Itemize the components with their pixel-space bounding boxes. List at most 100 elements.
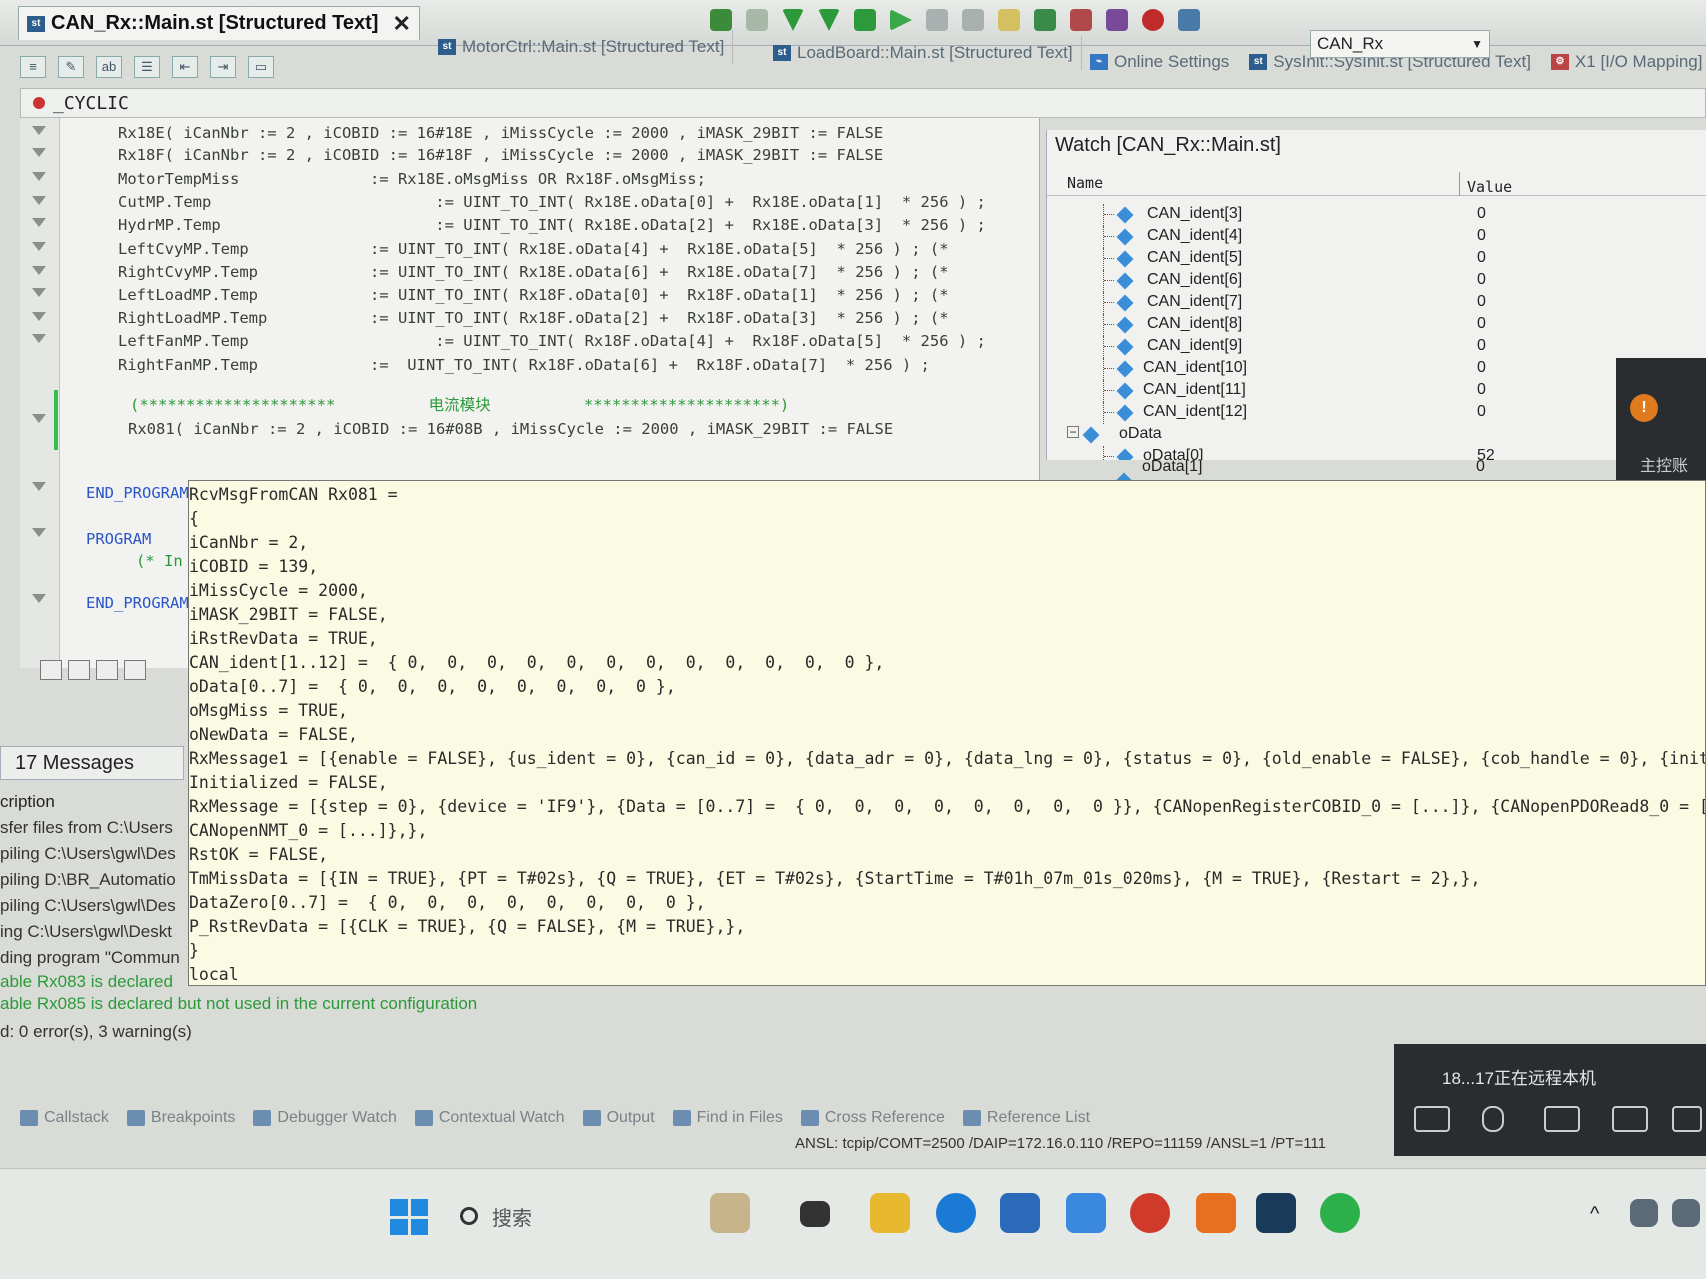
taskbar-search[interactable]: 搜索: [460, 1195, 670, 1237]
cyclic-section-header[interactable]: _CYCLIC: [20, 88, 1706, 118]
message-line[interactable]: piling C:\Users\gwl\Des: [0, 844, 176, 864]
watch-row-odata[interactable]: − oData: [1047, 424, 1706, 446]
tab-contextual-watch[interactable]: Contextual Watch: [414, 1109, 565, 1127]
pencil-icon[interactable]: ✎: [58, 56, 84, 78]
microphone-icon[interactable]: [1482, 1106, 1504, 1132]
comment-short[interactable]: (* In: [136, 550, 183, 572]
debug-bug-icon[interactable]: [1142, 9, 1164, 31]
fold-marker-icon[interactable]: [32, 196, 46, 206]
code-line[interactable]: MotorTempMiss := Rx18E.oMsgMiss OR Rx18F…: [118, 168, 706, 190]
fold-marker-icon[interactable]: [32, 266, 46, 276]
message-line[interactable]: piling D:\BR_Automatio: [0, 870, 176, 890]
comment-line[interactable]: (********************* 电流模块 ************…: [130, 394, 789, 416]
text-icon[interactable]: [1612, 1106, 1648, 1132]
code-line[interactable]: RightFanMP.Temp := UINT_TO_INT( Rx18F.oD…: [118, 354, 930, 376]
step-over-icon[interactable]: [96, 660, 118, 680]
app-green-icon[interactable]: [1320, 1193, 1360, 1233]
hardware-icon[interactable]: [1070, 9, 1092, 31]
end-program-keyword[interactable]: END_PROGRAM: [86, 592, 189, 614]
column-separator[interactable]: [1459, 172, 1460, 196]
keyboard-icon[interactable]: [1544, 1106, 1580, 1132]
fold-marker-icon[interactable]: [32, 414, 46, 424]
col-name[interactable]: Name: [1067, 174, 1103, 192]
step-into-icon[interactable]: [68, 660, 90, 680]
comment-icon[interactable]: ⇥: [210, 56, 236, 78]
tab-find-in-files[interactable]: Find in Files: [672, 1109, 783, 1127]
watch-row[interactable]: CAN_ident[10] 0: [1047, 358, 1706, 380]
fold-marker-icon[interactable]: [32, 126, 46, 136]
program-keyword[interactable]: PROGRAM: [86, 528, 151, 550]
task-view-icon[interactable]: [800, 1201, 830, 1227]
list-icon[interactable]: ☰: [134, 56, 160, 78]
app-orange-icon[interactable]: [1196, 1193, 1236, 1233]
close-tab-icon[interactable]: ✕: [392, 11, 410, 37]
tab-reference-list[interactable]: Reference List: [962, 1109, 1090, 1127]
code-line[interactable]: LeftLoadMP.Temp := UINT_TO_INT( Rx18F.oD…: [118, 284, 949, 306]
automation-studio-icon[interactable]: [1256, 1193, 1296, 1233]
message-line[interactable]: ding program "Commun: [0, 948, 180, 968]
step-out-icon[interactable]: [124, 660, 146, 680]
tab-output[interactable]: Output: [582, 1109, 655, 1127]
app-red-icon[interactable]: [1130, 1193, 1170, 1233]
code-line[interactable]: RightLoadMP.Temp := UINT_TO_INT( Rx18F.o…: [118, 307, 949, 329]
code-line-rx081[interactable]: Rx081( iCanNbr := 2 , iCOBID := 16#08B ,…: [128, 418, 893, 440]
download-icon[interactable]: [782, 9, 804, 31]
fold-marker-icon[interactable]: [32, 172, 46, 182]
fold-marker-icon[interactable]: [32, 312, 46, 322]
fold-marker-icon[interactable]: [32, 334, 46, 344]
watch-row[interactable]: CAN_ident[4] 0: [1047, 226, 1706, 248]
build-icon[interactable]: [854, 9, 876, 31]
watch-row[interactable]: CAN_ident[11] 0: [1047, 380, 1706, 402]
store-icon[interactable]: [1000, 1193, 1040, 1233]
watch-row[interactable]: CAN_ident[3] 0: [1047, 204, 1706, 226]
network-icon[interactable]: [1034, 9, 1056, 31]
messages-column-header[interactable]: cription: [0, 792, 55, 812]
run-icon[interactable]: [890, 9, 912, 31]
code-line[interactable]: CutMP.Temp := UINT_TO_INT( Rx18E.oData[0…: [118, 191, 986, 213]
windows-start-icon[interactable]: [390, 1199, 428, 1235]
tab-can-rx-main[interactable]: st CAN_Rx::Main.st [Structured Text] ✕: [18, 6, 420, 40]
tab-online-settings[interactable]: ⌁ Online Settings: [1090, 52, 1229, 72]
remote-control-popup[interactable]: 18...17正在远程本机: [1394, 1044, 1706, 1156]
tab-callstack[interactable]: Callstack: [20, 1109, 109, 1127]
code-line[interactable]: HydrMP.Temp := UINT_TO_INT( Rx18E.oData[…: [118, 214, 986, 236]
warning-line[interactable]: able Rx083 is declared: [0, 972, 173, 992]
network-tray-icon[interactable]: [1630, 1199, 1658, 1227]
watch-row[interactable]: CAN_ident[6] 0: [1047, 270, 1706, 292]
fold-marker-icon[interactable]: [32, 528, 46, 538]
code-line[interactable]: Rx18E( iCanNbr := 2 , iCOBID := 16#18E ,…: [118, 122, 883, 144]
end-program-keyword[interactable]: END_PROGRAM: [86, 482, 189, 504]
ab-format-icon[interactable]: ab: [96, 56, 122, 78]
stop-icon[interactable]: [962, 9, 984, 31]
code-line[interactable]: LeftFanMP.Temp := UINT_TO_INT( Rx18F.oDa…: [118, 330, 986, 352]
code-line[interactable]: Rx18F( iCanNbr := 2 , iCOBID := 16#18F ,…: [118, 144, 883, 166]
chevron-up-icon[interactable]: ^: [1590, 1203, 1599, 1226]
step-icon[interactable]: [710, 9, 732, 31]
transfer-icon[interactable]: [818, 9, 840, 31]
configuration-select[interactable]: CAN_Rx ▼: [1310, 30, 1490, 58]
outdent-icon[interactable]: ⇤: [172, 56, 198, 78]
tab-io-mapping[interactable]: ⚙ X1 [I/O Mapping]: [1550, 52, 1703, 72]
watch-row[interactable]: CAN_ident[7] 0: [1047, 292, 1706, 314]
bookmark-icon[interactable]: ▭: [248, 56, 274, 78]
warning-line[interactable]: able Rx085 is declared but not used in t…: [0, 994, 477, 1014]
screen-icon[interactable]: [1672, 1106, 1702, 1132]
watch-row[interactable]: CAN_ident[12] 0: [1047, 402, 1706, 424]
breakpoint-icon[interactable]: [746, 9, 768, 31]
monitor-icon[interactable]: [926, 9, 948, 31]
fold-marker-icon[interactable]: [32, 594, 46, 604]
fold-marker-icon[interactable]: [32, 218, 46, 228]
app-blue-icon[interactable]: [1066, 1193, 1106, 1233]
tab-breakpoints[interactable]: Breakpoints: [126, 1109, 235, 1127]
stop-square-icon[interactable]: [40, 660, 62, 680]
volume-tray-icon[interactable]: [1672, 1199, 1700, 1227]
tab-debugger-watch[interactable]: Debugger Watch: [253, 1109, 397, 1127]
tab-loadboard-main[interactable]: st LoadBoard::Main.st [Structured Text]: [765, 36, 1082, 70]
fold-marker-icon[interactable]: [32, 288, 46, 298]
watch-row[interactable]: CAN_ident[8] 0: [1047, 314, 1706, 336]
tab-motorctrl-main[interactable]: st MotorCtrl::Main.st [Structured Text]: [430, 30, 734, 64]
indent-icon[interactable]: ≡: [20, 56, 46, 78]
edge-browser-icon[interactable]: [936, 1193, 976, 1233]
fold-marker-icon[interactable]: [32, 148, 46, 158]
weather-icon[interactable]: [710, 1193, 750, 1233]
